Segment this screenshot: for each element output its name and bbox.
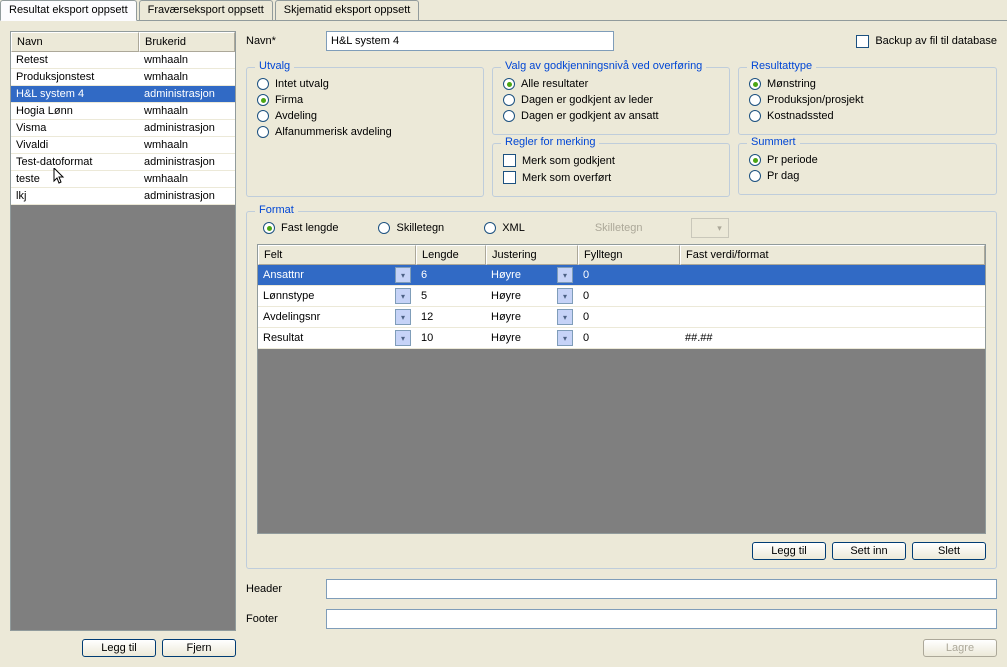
skilletegn-combo: ▾ <box>691 218 729 238</box>
header-input[interactable] <box>326 579 997 599</box>
footer-input[interactable] <box>326 609 997 629</box>
grid-insert-button[interactable]: Sett inn <box>832 542 906 560</box>
chevron-down-icon[interactable]: ▾ <box>395 288 411 304</box>
merking-label-1: Merk som overført <box>522 172 611 184</box>
godkjenning-title: Valg av godkjenningsnivå ved overføring <box>501 60 706 72</box>
utvalg-radio-1[interactable] <box>257 94 269 106</box>
list-item[interactable]: H&L system 4administrasjon <box>11 86 235 103</box>
list-header-user[interactable]: Brukerid <box>139 32 235 52</box>
grid-add-button[interactable]: Legg til <box>752 542 826 560</box>
utvalg-label-2: Avdeling <box>275 110 317 122</box>
godkjenning-label-2: Dagen er godkjent av ansatt <box>521 110 659 122</box>
add-config-button[interactable]: Legg til <box>82 639 156 657</box>
utvalg-title: Utvalg <box>255 60 294 72</box>
tab-fravaer[interactable]: Fraværseksport oppsett <box>139 0 273 20</box>
summert-label-1: Pr dag <box>767 170 799 182</box>
merking-check-1[interactable] <box>503 171 516 184</box>
tab-skjematid[interactable]: Skjematid eksport oppsett <box>275 0 420 20</box>
format-opt-skilletegn: Skilletegn <box>396 222 444 234</box>
utvalg-label-0: Intet utvalg <box>275 78 329 90</box>
chevron-down-icon[interactable]: ▾ <box>557 288 573 304</box>
summert-radio-0[interactable] <box>749 154 761 166</box>
godkjenning-radio-1[interactable] <box>503 94 515 106</box>
list-item[interactable]: Test-datoformatadministrasjon <box>11 154 235 171</box>
list-item[interactable]: Produksjonstestwmhaaln <box>11 69 235 86</box>
format-opt-fast: Fast lengde <box>281 222 338 234</box>
format-title: Format <box>255 204 298 216</box>
grid-header-fylltegn[interactable]: Fylltegn <box>578 245 680 265</box>
merking-label-0: Merk som godkjent <box>522 155 615 167</box>
backup-label: Backup av fil til database <box>875 35 997 47</box>
resultattype-radio-1[interactable] <box>749 94 761 106</box>
format-radio-skilletegn[interactable] <box>378 222 390 234</box>
merking-check-0[interactable] <box>503 154 516 167</box>
resultattype-label-1: Produksjon/prosjekt <box>767 94 864 106</box>
list-item[interactable]: Retestwmhaaln <box>11 52 235 69</box>
resultattype-label-0: Mønstring <box>767 78 816 90</box>
resultattype-radio-0[interactable] <box>749 78 761 90</box>
godkjenning-label-1: Dagen er godkjent av leder <box>521 94 653 106</box>
grid-header-lengde[interactable]: Lengde <box>416 245 486 265</box>
grid-header-felt[interactable]: Felt <box>258 245 416 265</box>
list-item[interactable]: testewmhaaln <box>11 171 235 188</box>
table-row[interactable]: Resultat▾ 10 Høyre▾ 0 ##.## <box>258 328 985 349</box>
table-row[interactable]: Avdelingsnr▾ 12 Høyre▾ 0 <box>258 307 985 328</box>
format-opt-xml: XML <box>502 222 525 234</box>
chevron-down-icon[interactable]: ▾ <box>557 330 573 346</box>
summert-label-0: Pr periode <box>767 154 818 166</box>
list-item[interactable]: lkjadministrasjon <box>11 188 235 205</box>
table-row[interactable]: Ansattnr▾ 6 Høyre▾ 0 <box>258 265 985 286</box>
format-radio-fast[interactable] <box>263 222 275 234</box>
chevron-down-icon[interactable]: ▾ <box>395 330 411 346</box>
grid-header-justering[interactable]: Justering <box>486 245 578 265</box>
format-grid: Felt Lengde Justering Fylltegn Fast verd… <box>257 244 986 534</box>
godkjenning-label-0: Alle resultater <box>521 78 588 90</box>
grid-delete-button[interactable]: Slett <box>912 542 986 560</box>
name-label: Navn* <box>246 35 326 47</box>
summert-radio-1[interactable] <box>749 170 761 182</box>
footer-label: Footer <box>246 613 326 625</box>
tab-bar: Resultat eksport oppsett Fraværseksport … <box>0 0 1007 21</box>
resultattype-title: Resultattype <box>747 60 816 72</box>
chevron-down-icon[interactable]: ▾ <box>557 267 573 283</box>
summert-title: Summert <box>747 136 800 148</box>
table-row[interactable]: Lønnstype▾ 5 Høyre▾ 0 <box>258 286 985 307</box>
list-item[interactable]: Vismaadministrasjon <box>11 120 235 137</box>
header-label: Header <box>246 583 326 595</box>
grid-header-fast[interactable]: Fast verdi/format <box>680 245 985 265</box>
chevron-down-icon[interactable]: ▾ <box>395 309 411 325</box>
name-input[interactable] <box>326 31 614 51</box>
list-header-name[interactable]: Navn <box>11 32 139 52</box>
godkjenning-radio-2[interactable] <box>503 110 515 122</box>
skilletegn-label: Skilletegn <box>595 222 643 234</box>
chevron-down-icon[interactable]: ▾ <box>557 309 573 325</box>
utvalg-label-3: Alfanummerisk avdeling <box>275 126 392 138</box>
resultattype-radio-2[interactable] <box>749 110 761 122</box>
merking-title: Regler for merking <box>501 136 599 148</box>
format-radio-xml[interactable] <box>484 222 496 234</box>
resultattype-label-2: Kostnadssted <box>767 110 834 122</box>
utvalg-radio-2[interactable] <box>257 110 269 122</box>
list-item[interactable]: Hogia Lønnwmhaaln <box>11 103 235 120</box>
lagre-button[interactable]: Lagre <box>923 639 997 657</box>
list-item[interactable]: Vivaldiwmhaaln <box>11 137 235 154</box>
chevron-down-icon[interactable]: ▾ <box>395 267 411 283</box>
utvalg-label-1: Firma <box>275 94 303 106</box>
tab-resultat[interactable]: Resultat eksport oppsett <box>0 0 137 21</box>
utvalg-radio-0[interactable] <box>257 78 269 90</box>
chevron-down-icon: ▾ <box>712 220 728 236</box>
backup-checkbox[interactable] <box>856 35 869 48</box>
config-list: Navn Brukerid RetestwmhaalnProduksjonste… <box>10 31 236 631</box>
godkjenning-radio-0[interactable] <box>503 78 515 90</box>
remove-config-button[interactable]: Fjern <box>162 639 236 657</box>
utvalg-radio-3[interactable] <box>257 126 269 138</box>
